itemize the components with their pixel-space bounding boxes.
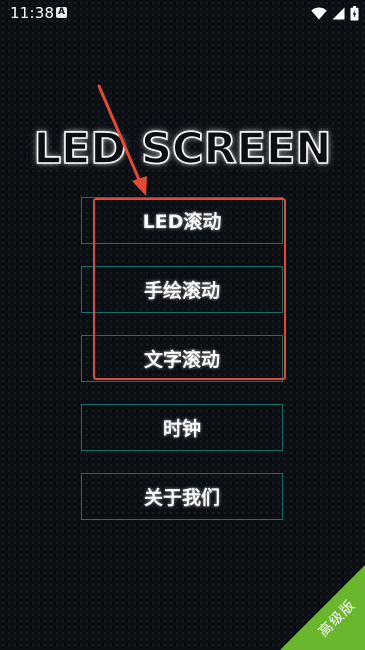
status-time: 11:38 [10,4,55,22]
hand-draw-scroll-button[interactable]: 手绘滚动 [81,266,283,313]
notification-a-icon: A [56,7,67,18]
signal-icon [332,7,345,19]
clock-button[interactable]: 时钟 [81,404,283,451]
text-scroll-button[interactable]: 文字滚动 [81,335,283,382]
status-bar: 11:38 A [0,0,365,26]
about-us-button[interactable]: 关于我们 [81,473,283,520]
premium-corner-badge[interactable]: 高级版 [275,560,365,650]
led-scroll-button[interactable]: LED滚动 [81,197,283,244]
battery-charging-icon [350,5,359,20]
annotation-arrow-icon [97,84,147,196]
status-icons [311,5,359,21]
wifi-icon [311,6,327,19]
app-title: LED SCREEN [33,123,332,175]
